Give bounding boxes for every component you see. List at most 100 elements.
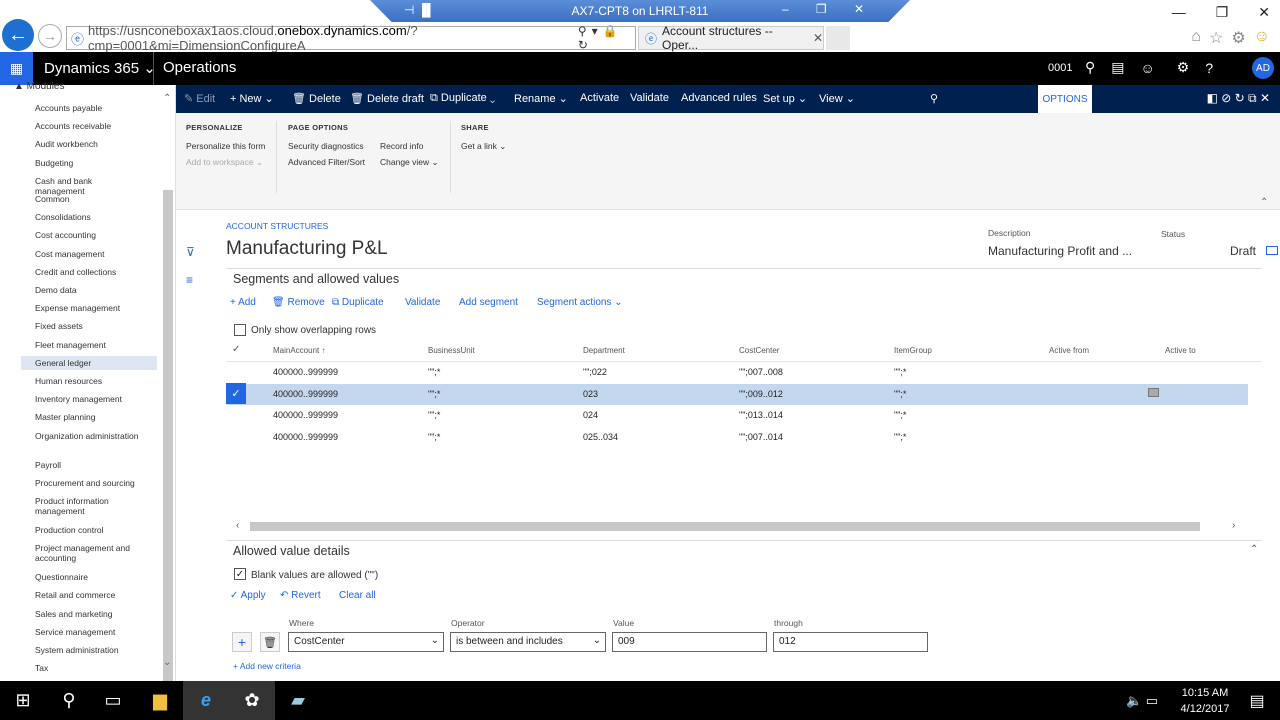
operator-select[interactable]: is between and includes ⌄ — [450, 632, 606, 652]
favorites-icon[interactable]: ☆ — [1209, 28, 1223, 48]
nav-item[interactable]: Retail and commerce — [21, 588, 157, 602]
nav-item[interactable]: Common — [21, 192, 157, 206]
nav-item[interactable]: Procurement and sourcing — [21, 476, 157, 490]
column-header[interactable]: ItemGroup — [894, 346, 932, 355]
message-icon[interactable]: ▤ — [1111, 59, 1124, 76]
collapse-ribbon-icon[interactable]: ⌃ — [1260, 197, 1268, 208]
duplicate-row-button[interactable]: ⧉ Duplicate — [332, 297, 384, 308]
scroll-up-icon[interactable]: ⌃ — [163, 93, 171, 104]
nav-item[interactable]: Expense management — [21, 301, 157, 315]
table-cell[interactable]: "";* — [428, 410, 440, 420]
segment-actions-button[interactable]: Segment actions ⌄ — [537, 297, 623, 308]
settings-icon[interactable]: ⚙ — [1231, 28, 1245, 48]
breadcrumb[interactable]: ACCOUNT STRUCTURES — [226, 221, 328, 231]
app-icon[interactable]: ✿ — [229, 681, 275, 720]
nav-item[interactable]: System administration — [21, 643, 157, 657]
column-header[interactable]: Active from — [1049, 346, 1089, 355]
search-icon[interactable]: ⚲ — [46, 681, 92, 720]
column-header[interactable]: Active to — [1165, 346, 1196, 355]
home-icon[interactable]: ⌂ — [1191, 28, 1201, 48]
add-to-workspace-button[interactable]: Add to workspace ⌄ — [186, 157, 263, 168]
validate-button[interactable]: Validate — [630, 92, 669, 104]
nav-item[interactable]: Project management and accounting — [21, 541, 157, 565]
column-header[interactable]: CostCenter — [739, 346, 779, 355]
nav-item[interactable]: Cost management — [21, 247, 157, 261]
avatar[interactable]: AD — [1252, 57, 1274, 79]
table-cell[interactable]: "";* — [428, 432, 440, 442]
advanced-filter-button[interactable]: Advanced Filter/Sort — [288, 157, 365, 167]
status-info-icon[interactable] — [1266, 246, 1278, 255]
add-criteria-button[interactable]: + — [232, 632, 252, 652]
scroll-right-icon[interactable]: › — [1232, 520, 1235, 531]
notification-icon[interactable]: ▤ — [1234, 681, 1280, 720]
change-view-button[interactable]: Change view ⌄ — [380, 157, 439, 168]
grid-hscroll[interactable]: ‹ › — [226, 520, 1262, 532]
table-cell[interactable]: 400000..999999 — [273, 410, 338, 420]
delete-criteria-button[interactable]: 🗑 — [260, 632, 280, 652]
value-field[interactable]: 009 — [612, 632, 767, 652]
add-segment-row-button[interactable]: + Add — [230, 297, 256, 308]
column-header[interactable]: Department — [583, 346, 625, 355]
modules-header[interactable]: ▲ Modules — [14, 81, 64, 92]
table-cell[interactable]: "";* — [428, 367, 440, 377]
table-cell[interactable]: "";007..008 — [739, 367, 783, 377]
new-button[interactable]: + New ⌄ — [230, 92, 274, 105]
advanced-rules-button[interactable]: Advanced rules — [681, 92, 757, 104]
nav-item[interactable]: Product information management — [21, 494, 157, 518]
nav-item[interactable]: Human resources — [21, 374, 157, 388]
rdp-window-controls[interactable]: – ❐ ✕ — [782, 2, 876, 16]
rdp-pin-icon[interactable]: ⊣ ▐▌ — [404, 3, 435, 17]
nav-scrollbar[interactable] — [163, 190, 173, 700]
nav-item[interactable]: Master planning — [21, 410, 157, 424]
search-icon[interactable]: ⚲ — [1085, 59, 1095, 76]
browser-tab[interactable]: ⓔ Account structures -- Oper... ✕ — [638, 24, 824, 52]
delete-button[interactable]: 🗑 Delete — [292, 92, 341, 105]
duplicate-button[interactable]: ⧉ Duplicate ⌄ — [430, 92, 495, 105]
start-icon[interactable]: ⊞ — [0, 681, 46, 720]
gear-icon[interactable]: ⚙ — [1177, 59, 1190, 76]
system-tray-icons[interactable]: 🔈 ▭ — [1126, 693, 1158, 709]
address-tools-icon[interactable]: ⚲▾🔒↻ — [578, 24, 635, 52]
app-icon[interactable]: ▰ — [275, 681, 321, 720]
table-cell[interactable]: 023 — [583, 389, 598, 399]
nav-item[interactable]: Budgeting — [21, 156, 157, 170]
table-cell[interactable]: "";* — [894, 367, 906, 377]
column-header[interactable]: BusinessUnit — [428, 346, 475, 355]
segments-title[interactable]: Segments and allowed values — [233, 272, 399, 286]
nav-item[interactable]: Service management — [21, 625, 157, 639]
app-name[interactable]: Dynamics 365 ⌄ — [44, 59, 156, 77]
table-cell[interactable]: "";007..014 — [739, 432, 783, 442]
minimize-icon[interactable]: — — [1172, 4, 1186, 21]
address-bar[interactable]: ⓔ https://usnconeboxax1aos.cloud.onebox.… — [66, 23, 636, 53]
table-cell[interactable]: 024 — [583, 410, 598, 420]
revert-button[interactable]: ↶ Revert — [280, 590, 321, 601]
list-icon[interactable]: ≡ — [186, 266, 195, 294]
where-select[interactable]: CostCenter ⌄ — [288, 632, 444, 652]
table-cell[interactable]: "";009..012 — [739, 389, 783, 399]
maximize-icon[interactable]: ❐ — [1216, 4, 1229, 21]
clear-all-button[interactable]: Clear all — [339, 590, 376, 601]
back-button[interactable]: ← — [2, 19, 34, 51]
nav-item[interactable]: Cost accounting — [21, 228, 157, 242]
nav-item[interactable]: Fixed assets — [21, 319, 157, 333]
get-link-button[interactable]: Get a link ⌄ — [461, 141, 506, 152]
table-cell[interactable]: 400000..999999 — [273, 432, 338, 442]
nav-item[interactable]: Tax — [21, 661, 157, 675]
nav-item[interactable]: Payroll — [21, 458, 157, 472]
scroll-thumb[interactable] — [250, 522, 1200, 531]
tab-options[interactable]: OPTIONS — [1038, 85, 1092, 113]
validate-segment-button[interactable]: Validate — [405, 297, 440, 308]
table-cell[interactable]: "";* — [894, 432, 906, 442]
clock[interactable]: 10:15 AM 4/12/2017 — [1175, 685, 1235, 717]
table-cell[interactable]: 400000..999999 — [273, 389, 338, 399]
tab-close-icon[interactable]: ✕ — [813, 31, 823, 45]
table-cell[interactable]: "";* — [428, 389, 440, 399]
setup-button[interactable]: Set up ⌄ — [763, 92, 807, 105]
column-header[interactable]: MainAccount ↑ — [273, 346, 325, 355]
table-cell[interactable]: "";* — [894, 389, 906, 399]
help-icon[interactable]: ? — [1205, 60, 1213, 76]
overlap-checkbox[interactable] — [234, 324, 246, 336]
selected-row-highlight[interactable] — [226, 383, 1248, 405]
blank-values-checkbox[interactable]: ✓ — [234, 568, 246, 580]
new-tab-button[interactable] — [826, 26, 850, 50]
